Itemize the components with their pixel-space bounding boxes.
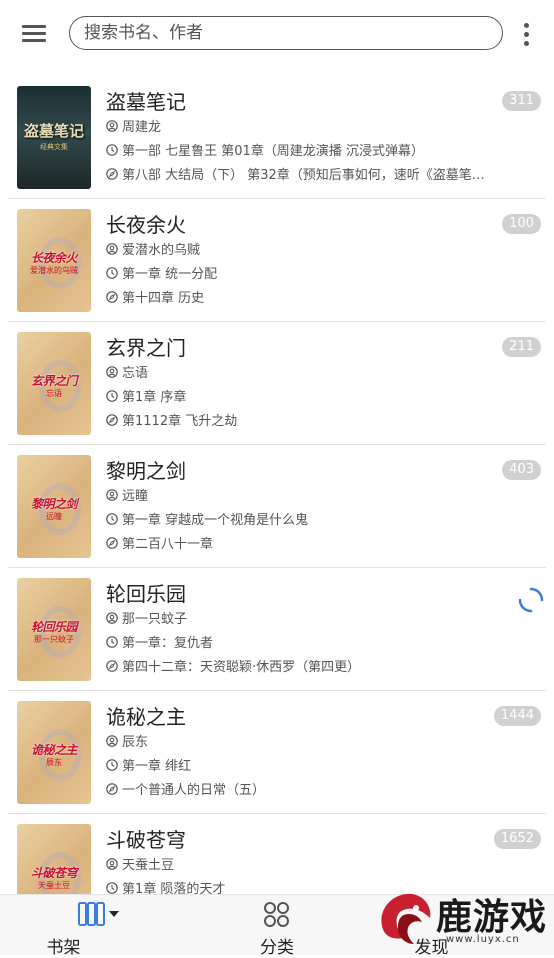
latest-chapter: 第二百八十一章 — [122, 537, 214, 552]
book-author: 忘语 — [122, 366, 149, 381]
bookshelf-icon — [78, 902, 119, 926]
tab-category[interactable]: 分类 — [217, 895, 337, 958]
book-item[interactable]: 斗破苍穹 天蚕土豆 斗破苍穹 天蚕土豆 第1章 陨落的天才 1652 — [0, 814, 554, 894]
unread-count-badge: 1652 — [493, 829, 541, 849]
book-cover: 玄界之门 忘语 — [17, 332, 91, 435]
book-author: 天蚕土豆 — [122, 858, 175, 873]
latest-chapter: 第1112章 飞升之劫 — [122, 414, 238, 429]
tab-label: 分类 — [260, 938, 294, 958]
loading-spinner-icon — [518, 587, 544, 613]
latest-chapter: 第十四章 历史 — [122, 291, 205, 306]
tab-bookshelf[interactable]: 书架 — [33, 895, 153, 958]
compass-icon — [106, 414, 118, 426]
latest-chapter: 第四十二章：天资聪颖·休西罗（第四更） — [122, 660, 361, 675]
book-title: 玄界之门 — [106, 336, 186, 360]
book-item[interactable]: 玄界之门 忘语 玄界之门 忘语 第1章 序章 第1112章 飞升之劫 211 — [0, 322, 554, 445]
cover-title: 长夜余火 — [30, 251, 78, 265]
unread-count-badge: 100 — [502, 214, 541, 234]
book-title: 长夜余火 — [106, 213, 186, 237]
book-cover: 盗墓笔记 经典文集 — [17, 86, 91, 189]
search-box[interactable] — [69, 16, 503, 50]
book-author: 爱潜水的乌贼 — [122, 243, 201, 258]
last-read-chapter: 第1章 陨落的天才 — [122, 882, 226, 894]
book-title: 黎明之剑 — [106, 459, 186, 483]
book-title: 盗墓笔记 — [106, 90, 186, 114]
book-cover: 长夜余火 爱潜水的乌贼 — [17, 209, 91, 312]
compass-icon — [106, 783, 118, 795]
author-icon — [106, 612, 118, 624]
cover-title: 黎明之剑 — [30, 497, 78, 511]
last-read-chapter: 第一章 绯红 — [122, 759, 192, 774]
unread-count-badge: 1444 — [493, 706, 541, 726]
author-icon — [106, 735, 118, 747]
last-read-chapter: 第一章 统一分配 — [122, 267, 218, 282]
author-icon — [106, 489, 118, 501]
book-author: 那一只蚊子 — [122, 612, 188, 627]
compass-icon — [106, 537, 118, 549]
clock-icon — [106, 144, 118, 156]
last-read-chapter: 第一部 七星鲁王 第01章（周建龙演播 沉浸式弹幕） — [122, 144, 424, 159]
cover-subtitle: 忘语 — [46, 389, 62, 398]
cover-title: 斗破苍穹 — [30, 866, 78, 880]
top-bar — [0, 0, 554, 70]
menu-icon[interactable] — [14, 18, 54, 50]
book-author: 周建龙 — [122, 120, 162, 135]
book-author: 辰东 — [122, 735, 149, 750]
unread-count-badge: 211 — [502, 337, 541, 357]
cover-title: 玄界之门 — [30, 374, 78, 388]
book-item[interactable]: 诡秘之主 辰东 诡秘之主 辰东 第一章 绯红 一个普通人的日常（五） 1444 — [0, 691, 554, 814]
deer-logo-icon — [381, 893, 431, 944]
compass-icon — [106, 660, 118, 672]
cover-subtitle: 辰东 — [46, 758, 62, 767]
clock-icon — [106, 390, 118, 402]
clock-icon — [106, 759, 118, 771]
cover-subtitle: 爱潜水的乌贼 — [30, 266, 78, 275]
watermark-logo: 鹿游戏 www.luyx.cn — [372, 886, 554, 954]
author-icon — [106, 243, 118, 255]
cover-subtitle: 经典文集 — [40, 143, 68, 151]
cover-title: 诡秘之主 — [30, 743, 78, 757]
book-author: 远瞳 — [122, 489, 149, 504]
author-icon — [106, 366, 118, 378]
clock-icon — [106, 882, 118, 894]
last-read-chapter: 第一章：复仇者 — [122, 636, 214, 651]
last-read-chapter: 第1章 序章 — [122, 390, 187, 405]
compass-icon — [106, 168, 118, 180]
cover-title: 轮回乐园 — [30, 620, 78, 634]
book-item[interactable]: 黎明之剑 远瞳 黎明之剑 远瞳 第一章 穿越成一个视角是什么鬼 第二百八十一章 … — [0, 445, 554, 568]
book-item[interactable]: 轮回乐园 那一只蚊子 轮回乐园 那一只蚊子 第一章：复仇者 第四十二章：天资聪颖… — [0, 568, 554, 691]
unread-count-badge: 311 — [502, 91, 541, 111]
watermark-url: www.luyx.cn — [446, 934, 520, 945]
cover-subtitle: 那一只蚊子 — [34, 635, 74, 644]
book-cover: 诡秘之主 辰东 — [17, 701, 91, 804]
book-list: 盗墓笔记 经典文集 盗墓笔记 周建龙 第一部 七星鲁王 第01章（周建龙演播 沉… — [0, 76, 554, 894]
book-title: 诡秘之主 — [106, 705, 186, 729]
clock-icon — [106, 267, 118, 279]
book-cover: 黎明之剑 远瞳 — [17, 455, 91, 558]
clock-icon — [106, 636, 118, 648]
author-icon — [106, 858, 118, 870]
book-title: 轮回乐园 — [106, 582, 186, 606]
author-icon — [106, 120, 118, 132]
book-item[interactable]: 盗墓笔记 经典文集 盗墓笔记 周建龙 第一部 七星鲁王 第01章（周建龙演播 沉… — [0, 76, 554, 199]
watermark-name: 鹿游戏 — [436, 897, 548, 938]
clock-icon — [106, 513, 118, 525]
more-options-icon[interactable] — [516, 20, 538, 50]
tab-label: 书架 — [46, 938, 81, 958]
cover-subtitle: 远瞳 — [46, 512, 62, 521]
category-icon — [264, 902, 289, 927]
cover-subtitle: 天蚕土豆 — [38, 881, 70, 890]
compass-icon — [106, 291, 118, 303]
latest-chapter: 第八部 大结局（下） 第32章（预知后事如何，速听《盗墓笔… — [122, 168, 485, 183]
latest-chapter: 一个普通人的日常（五） — [122, 783, 266, 798]
book-cover: 轮回乐园 那一只蚊子 — [17, 578, 91, 681]
book-cover: 斗破苍穹 天蚕土豆 — [17, 824, 91, 894]
cover-title: 盗墓笔记 — [23, 122, 84, 140]
last-read-chapter: 第一章 穿越成一个视角是什么鬼 — [122, 513, 309, 528]
book-item[interactable]: 长夜余火 爱潜水的乌贼 长夜余火 爱潜水的乌贼 第一章 统一分配 第十四章 历史… — [0, 199, 554, 322]
search-input[interactable] — [82, 17, 476, 49]
book-title: 斗破苍穹 — [106, 828, 186, 852]
unread-count-badge: 403 — [502, 460, 541, 480]
